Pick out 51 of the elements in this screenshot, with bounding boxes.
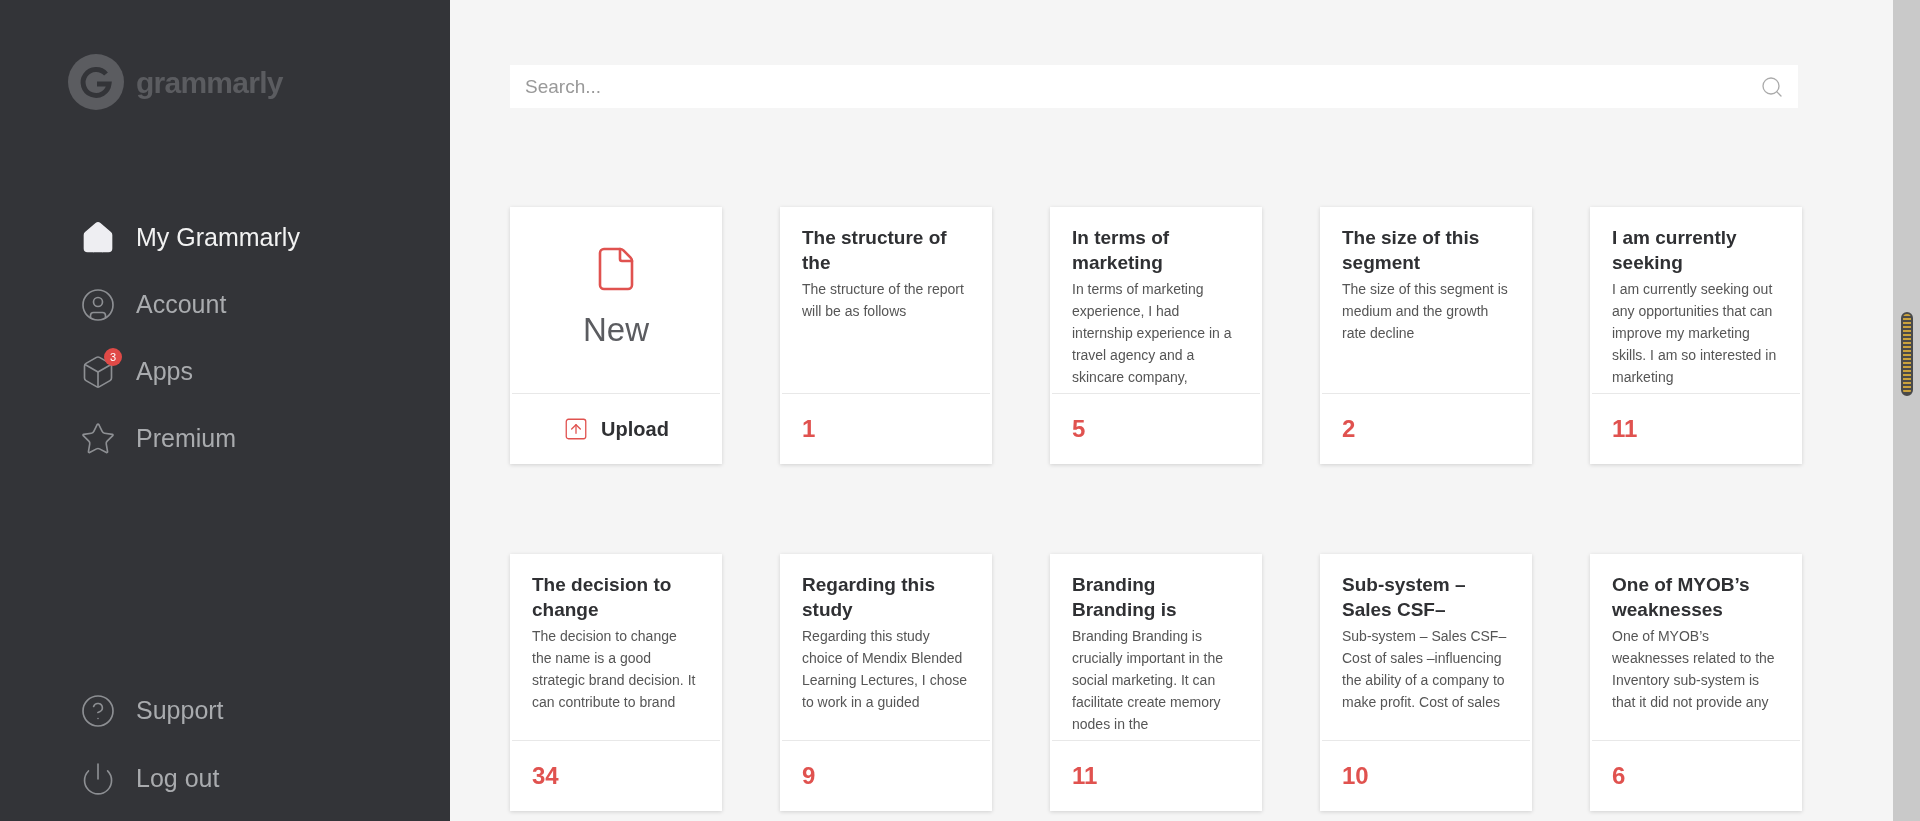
issue-count: 11 [1612,414,1638,444]
document-preview: The size of this segment is medium and the growth rate decline [1342,280,1509,343]
document-preview: I am currently seeking out any opportunities that can improve my marketing skills. I am so interested in marketing [1612,280,1778,387]
document-card[interactable]: I am currently seeking I am currently seeking out any opportunities that can improve my marketing skills. I am so interested in marketing 11 [1590,207,1802,464]
document-preview: The decision to change the name is a good strategic brand decision. It can contribute to brand [532,627,697,712]
upload-button[interactable]: Upload [510,394,722,464]
document-card[interactable]: Branding Branding is Branding Branding is crucially important in the social marketing. It can facilitate create memory nodes in the 11 [1050,554,1262,811]
document-card[interactable]: The decision to change The decision to change the name is a good strategic brand decision. It can contribute to brand 34 [510,554,722,811]
issue-count: 9 [802,761,816,791]
document-title: Branding Branding is [1072,573,1178,622]
document-card[interactable]: The size of this segment The size of this segment is medium and the growth rate decline 2 [1320,207,1532,464]
document-preview: Regarding this study choice of Mendix Blended Learning Lectures, I chose to work in a guided [802,627,968,712]
issue-count: 2 [1342,414,1356,444]
document-title: One of MYOB’s weaknesses [1612,573,1751,622]
issue-count: 5 [1072,414,1086,444]
document-preview: Sub-system – Sales CSF– Cost of sales –influencing the ability of a company to make profit. Cost of sales [1342,627,1508,712]
nav-item[interactable]: My Grammarly [80,210,450,266]
new-document-button[interactable]: New [510,207,722,393]
scrollbar[interactable] [1893,0,1920,821]
document-preview: Branding Branding is crucially important in the social marketing. It can facilitate create memory nodes in the [1072,627,1224,734]
nav-item[interactable]: Account [80,277,450,333]
nav-item[interactable]: Support [80,683,450,739]
document-card[interactable]: In terms of marketing In terms of marketing experience, I had internship experience in a travel agency and a skincare company, 5 [1050,207,1262,464]
document-title: Sub-system – Sales CSF– [1342,573,1467,622]
nav-item[interactable]: Apps 3 [80,344,450,400]
document-preview: The structure of the report will be as follows [802,280,965,321]
issue-count: 34 [532,761,559,791]
issue-count: 1 [802,414,816,444]
issue-count: 10 [1342,761,1369,791]
document-card[interactable]: The structure of the The structure of the report will be as follows 1 [780,207,992,464]
notification-badge: 3 [104,348,122,366]
issue-count: 6 [1612,761,1626,791]
document-title: In terms of marketing [1072,226,1171,275]
document-title: The size of this segment [1342,226,1481,275]
document-card[interactable]: Sub-system – Sales CSF– Sub-system – Sales CSF– Cost of sales –influencing the ability of a company to make profit. Cost of sales 10 [1320,554,1532,811]
document-title: I am currently seeking [1612,226,1738,275]
document-card[interactable]: Regarding this study Regarding this study choice of Mendix Blended Learning Lectures, I chose to work in a guided 9 [780,554,992,811]
document-card[interactable]: One of MYOB’s weaknesses One of MYOB’s weaknesses related to the Inventory sub-system is that it did not provide any 6 [1590,554,1802,811]
document-title: The decision to change [532,573,673,622]
document-preview: One of MYOB’s weaknesses related to the Inventory sub-system is that it did not provide any [1612,627,1776,712]
scrollbar-thumb[interactable] [1900,312,1913,396]
document-title: Regarding this study [802,573,936,622]
search-field[interactable]: Search... [510,65,1798,108]
nav-item[interactable]: Premium [80,411,450,467]
nav-item[interactable]: Log out [80,751,450,807]
issue-count: 11 [1072,761,1098,791]
user-icon [80,287,116,323]
help-icon [80,693,116,729]
document-preview: In terms of marketing experience, I had internship experience in a travel agency and a skincare company, [1072,280,1233,387]
document-title: The structure of the [802,226,948,275]
logo-icon [68,54,124,110]
